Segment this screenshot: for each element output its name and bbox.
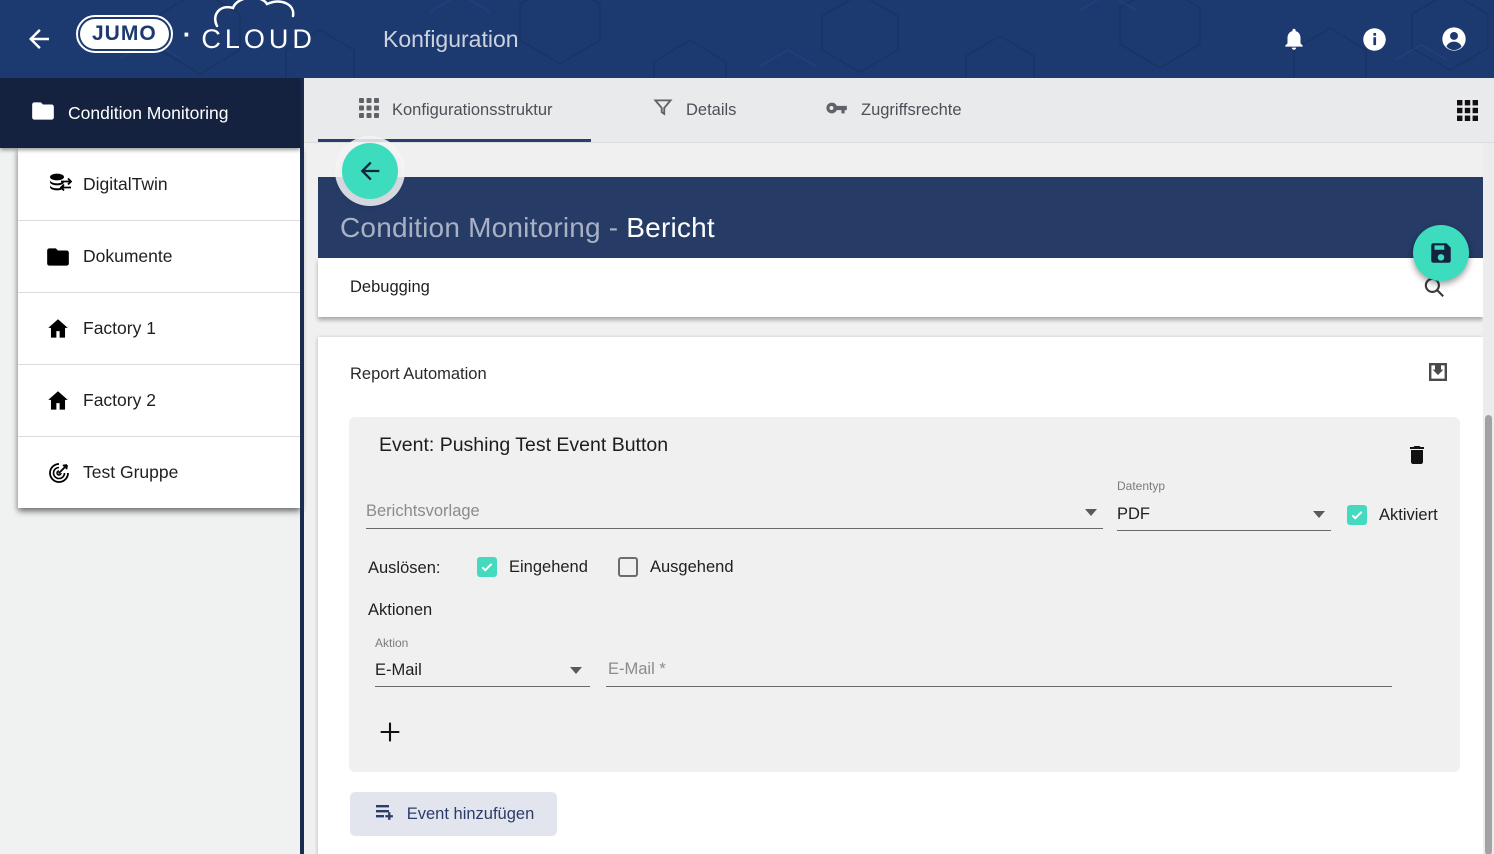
email-field[interactable]: E-Mail * [606, 652, 1392, 687]
berichtsvorlage-select[interactable]: Berichtsvorlage [366, 492, 1103, 529]
target-icon [45, 459, 75, 487]
sidebar-item-label: Factory 1 [83, 318, 156, 339]
checkbox-checked-icon[interactable] [1347, 505, 1367, 525]
funnel-icon [652, 97, 674, 124]
banner-title-highlight: Bericht [626, 212, 715, 243]
add-action-plus-icon[interactable] [376, 718, 404, 746]
sidebar-item-factory-2[interactable]: Factory 2 [18, 364, 300, 436]
aktion-value: E-Mail [375, 661, 422, 680]
event-card: Event: Pushing Test Event Button Bericht… [349, 417, 1460, 772]
ausgehend-label: Ausgehend [650, 558, 734, 577]
sidebar-tree-panel: DigitalTwin Dokumente Factory 1 Factory … [18, 148, 300, 508]
sidebar-item-test-gruppe[interactable]: Test Gruppe [18, 436, 300, 508]
sidebar-item-dokumente[interactable]: Dokumente [18, 220, 300, 292]
folder-icon [45, 244, 75, 270]
sidebar-divider [300, 78, 304, 854]
top-app-bar: JUMO · CLOUD Konfiguration [0, 0, 1494, 78]
tab-details[interactable]: Details [652, 78, 736, 142]
entity-banner: Condition Monitoring - Bericht [318, 177, 1483, 258]
banner-title: Condition Monitoring - Bericht [340, 212, 715, 244]
download-icon[interactable] [1426, 360, 1450, 389]
home-icon [45, 388, 75, 414]
datentyp-value: PDF [1117, 505, 1150, 524]
grid-view-icon[interactable] [1453, 96, 1481, 124]
sidebar-item-label: DigitalTwin [83, 174, 168, 195]
jumo-logo-text: JUMO [92, 22, 157, 45]
tab-label: Details [686, 101, 736, 120]
berichtsvorlage-placeholder: Berichtsvorlage [366, 502, 480, 521]
report-automation-card: Report Automation Event: Pushing Test Ev… [318, 337, 1483, 854]
ausgehend-checkbox-row[interactable]: Ausgehend [618, 557, 734, 577]
scrollbar-thumb[interactable] [1485, 415, 1492, 854]
checkbox-unchecked-icon[interactable] [618, 557, 638, 577]
aktiviert-checkbox-row[interactable]: Aktiviert [1347, 505, 1438, 525]
sidebar-item-factory-1[interactable]: Factory 1 [18, 292, 300, 364]
checkbox-checked-icon[interactable] [477, 557, 497, 577]
back-fab-button[interactable] [342, 143, 398, 199]
aktion-label: Aktion [375, 636, 408, 650]
debugging-row[interactable]: Debugging [318, 258, 1483, 317]
page-title: Konfiguration [383, 0, 519, 78]
ausloesen-label: Auslösen: [368, 559, 440, 578]
cloud-logo-text: CLOUD [201, 24, 316, 54]
debugging-label: Debugging [350, 278, 430, 297]
add-event-button-label: Event hinzufügen [407, 805, 535, 824]
sidebar-item-condition-monitoring[interactable]: Condition Monitoring [0, 78, 300, 148]
grid-dots-icon [358, 97, 380, 124]
brand-separator: · [183, 21, 192, 47]
jumo-logo-pill: JUMO [76, 15, 173, 53]
active-tab-indicator [318, 139, 591, 142]
sidebar-header-label: Condition Monitoring [68, 103, 229, 124]
account-icon[interactable] [1414, 25, 1494, 53]
save-fab-button[interactable] [1413, 225, 1469, 281]
chevron-down-icon[interactable] [1313, 511, 1325, 518]
chevron-down-icon[interactable] [570, 667, 582, 674]
eingehend-checkbox-row[interactable]: Eingehend [477, 557, 588, 577]
add-event-button[interactable]: Event hinzufügen [350, 792, 557, 836]
sidebar-item-label: Test Gruppe [83, 462, 178, 483]
section-title: Report Automation [350, 365, 487, 384]
playlist-add-icon [373, 800, 397, 829]
tab-label: Zugriffsrechte [861, 101, 962, 120]
sidebar-item-label: Factory 2 [83, 390, 156, 411]
info-icon[interactable] [1334, 26, 1414, 53]
tab-label: Konfigurationsstruktur [392, 101, 553, 120]
email-placeholder: E-Mail * [608, 660, 666, 679]
chevron-down-icon[interactable] [1085, 509, 1097, 516]
scrollbar-track[interactable] [1483, 143, 1494, 854]
sidebar-item-label: Dokumente [83, 246, 173, 267]
cloud-outline-icon [211, 0, 321, 28]
notifications-bell-icon[interactable] [1254, 26, 1334, 52]
delete-event-icon[interactable] [1405, 442, 1429, 473]
key-icon [823, 95, 849, 126]
aktiviert-label: Aktiviert [1379, 506, 1438, 525]
jumo-cloud-logo: JUMO · CLOUD [76, 14, 316, 53]
folder-icon [30, 98, 56, 129]
cloud-logo: CLOUD [201, 14, 316, 53]
jumo-cloud-app: JUMO · CLOUD Konfiguration [0, 0, 1494, 854]
back-icon[interactable] [24, 24, 54, 54]
home-icon [45, 316, 75, 342]
datentyp-label: Datentyp [1117, 479, 1165, 493]
eingehend-label: Eingehend [509, 558, 588, 577]
digital-twin-icon [45, 169, 75, 199]
tab-konfigurationsstruktur[interactable]: Konfigurationsstruktur [358, 78, 553, 142]
aktionen-label: Aktionen [368, 601, 432, 620]
sidebar-item-digitaltwin[interactable]: DigitalTwin [18, 148, 300, 220]
tab-bar: Konfigurationsstruktur Details Zugriffsr… [304, 78, 1494, 143]
event-card-title: Event: Pushing Test Event Button [379, 434, 668, 457]
tab-zugriffsrechte[interactable]: Zugriffsrechte [823, 78, 962, 142]
